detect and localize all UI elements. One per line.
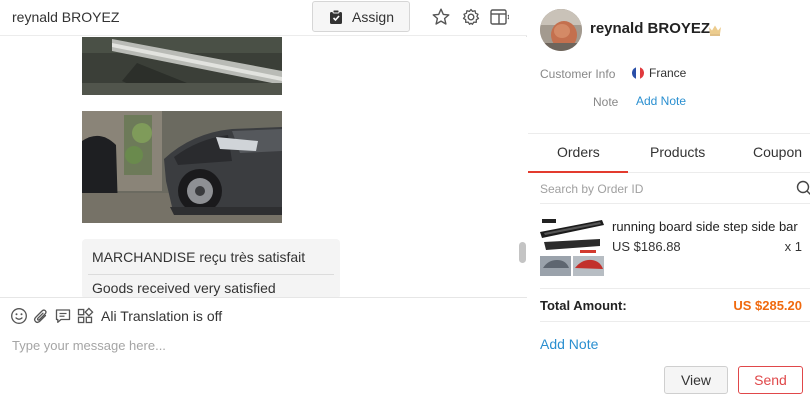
tab-products[interactable]: Products bbox=[650, 144, 705, 160]
total-divider bbox=[540, 321, 810, 322]
clipboard-icon bbox=[328, 9, 344, 25]
active-tab-indicator bbox=[528, 171, 628, 173]
total-amount-label: Total Amount: bbox=[540, 298, 627, 313]
customer-panel: reynald BROYEZ Customer Info France Note… bbox=[528, 0, 810, 406]
product-thumbnail[interactable] bbox=[540, 216, 604, 276]
customer-info-label: Customer Info bbox=[540, 67, 616, 81]
total-amount-value: US $285.20 bbox=[733, 298, 802, 313]
composer-toolbar: Ali Translation is off bbox=[10, 306, 222, 326]
quick-reply-icon[interactable] bbox=[54, 307, 72, 325]
attachment-icon[interactable] bbox=[32, 307, 50, 325]
order-search-input[interactable] bbox=[540, 180, 788, 198]
products-icon[interactable] bbox=[76, 307, 94, 325]
tab-orders[interactable]: Orders bbox=[557, 144, 600, 160]
message-image-running-board[interactable] bbox=[82, 37, 282, 95]
message-image-car[interactable] bbox=[82, 111, 282, 223]
panel-tabs: Orders Products Coupon bbox=[528, 133, 810, 173]
customer-country: France bbox=[632, 66, 686, 80]
customer-name: reynald BROYEZ bbox=[590, 20, 711, 37]
gear-icon[interactable] bbox=[461, 7, 481, 27]
france-flag-icon bbox=[632, 67, 644, 79]
assign-button[interactable]: Assign bbox=[312, 1, 410, 32]
assign-label: Assign bbox=[351, 8, 395, 25]
message-original-text: MARCHANDISE reçu très satisfait bbox=[92, 249, 306, 265]
product-price: US $186.88 bbox=[612, 239, 681, 254]
emoji-icon[interactable] bbox=[10, 307, 28, 325]
side-panel-icon[interactable] bbox=[489, 7, 511, 27]
translation-divider bbox=[88, 274, 334, 275]
message-bubble[interactable]: MARCHANDISE reçu très satisfait Goods re… bbox=[82, 239, 340, 297]
view-button[interactable]: View bbox=[664, 366, 728, 394]
chat-header: reynald BROYEZ Assign bbox=[0, 0, 527, 36]
search-divider bbox=[540, 203, 810, 204]
product-quantity: x 1 bbox=[784, 239, 802, 254]
message-translated-text: Goods received very satisfied bbox=[92, 280, 276, 296]
avatar bbox=[540, 9, 582, 51]
tab-coupon[interactable]: Coupon bbox=[753, 144, 802, 160]
message-input[interactable] bbox=[6, 334, 516, 394]
crown-icon bbox=[708, 23, 722, 36]
note-label: Note bbox=[593, 95, 619, 109]
chat-pane: reynald BROYEZ Assign MARCHANDISE reçu t… bbox=[0, 0, 527, 406]
search-icon[interactable] bbox=[796, 180, 810, 196]
chat-title: reynald BROYEZ bbox=[12, 9, 120, 25]
country-name: France bbox=[649, 66, 687, 80]
message-scrollbar[interactable] bbox=[519, 242, 526, 263]
message-composer: Ali Translation is off bbox=[0, 297, 527, 406]
add-customer-note-link[interactable]: Add Note bbox=[636, 94, 686, 108]
star-icon[interactable] bbox=[431, 7, 451, 27]
translation-status[interactable]: Ali Translation is off bbox=[101, 308, 222, 324]
product-title[interactable]: running board side step side bar bbox=[612, 219, 806, 234]
add-order-note-link[interactable]: Add Note bbox=[540, 336, 598, 352]
send-button[interactable]: Send bbox=[738, 366, 803, 394]
order-divider bbox=[540, 288, 810, 289]
order-item[interactable]: running board side step side bar US $186… bbox=[528, 210, 810, 282]
message-list[interactable]: MARCHANDISE reçu très satisfait Goods re… bbox=[0, 37, 527, 297]
